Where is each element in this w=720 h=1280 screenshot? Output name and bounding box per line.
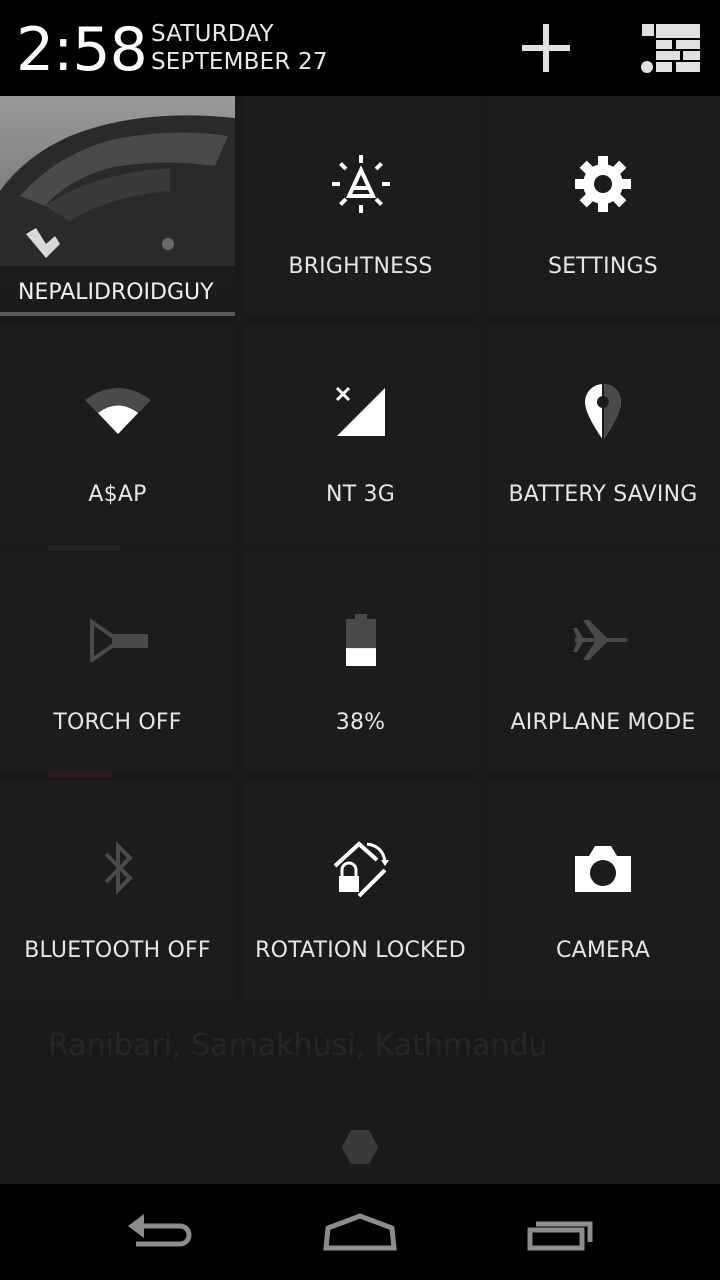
tile-label: TORCH OFF <box>53 710 182 735</box>
shade-handle-icon[interactable] <box>341 1128 379 1166</box>
tile-label: A$AP <box>88 482 147 507</box>
tile-brightness[interactable]: BRIGHTNESS <box>243 96 478 316</box>
home-icon[interactable] <box>320 1202 400 1262</box>
tile-location[interactable]: BATTERY SAVING <box>486 324 720 544</box>
date-display[interactable]: SATURDAY SEPTEMBER 27 <box>151 20 328 76</box>
tile-torch[interactable]: TORCH OFF <box>0 552 235 772</box>
navigation-bar <box>0 1184 720 1280</box>
tile-label: ROTATION LOCKED <box>255 938 466 963</box>
tile-camera[interactable]: CAMERA <box>486 780 720 1000</box>
tile-label: NT 3G <box>326 482 395 507</box>
bluetooth-icon <box>78 836 158 900</box>
battery-icon <box>321 608 401 672</box>
user-tile[interactable]: NEPALIDROIDGUY <box>0 96 235 316</box>
background-element <box>48 772 112 777</box>
signal-no-data-icon <box>321 380 401 444</box>
tile-label: BRIGHTNESS <box>288 254 433 279</box>
tile-airplane[interactable]: AIRPLANE MODE <box>486 552 720 772</box>
date-label: SEPTEMBER 27 <box>151 49 328 75</box>
tile-settings[interactable]: SETTINGS <box>486 96 720 316</box>
tile-label: 38% <box>335 710 386 735</box>
tile-battery[interactable]: 38% <box>243 552 478 772</box>
tile-label: BATTERY SAVING <box>508 482 698 507</box>
location-icon <box>563 380 643 444</box>
plus-icon[interactable] <box>518 20 574 76</box>
background-location-text: Ranibari, Samakhusi, Kathmandu <box>48 1028 548 1063</box>
tile-label: SETTINGS <box>548 254 658 279</box>
tile-label: CAMERA <box>556 938 650 963</box>
wifi-icon <box>78 380 158 444</box>
back-icon[interactable] <box>120 1202 200 1262</box>
torch-icon <box>78 608 158 672</box>
tile-label: AIRPLANE MODE <box>510 710 696 735</box>
brightness-auto-icon <box>321 152 401 216</box>
rotation-lock-icon <box>321 836 401 900</box>
gear-icon <box>563 152 643 216</box>
tile-label: BLUETOOTH OFF <box>24 938 211 963</box>
clock[interactable]: 2:58 <box>16 14 148 86</box>
airplane-icon <box>563 608 643 672</box>
recents-icon[interactable] <box>520 1202 600 1262</box>
notification-list-icon[interactable] <box>638 20 702 76</box>
camera-icon <box>563 836 643 900</box>
tile-mobile-data[interactable]: NT 3G <box>243 324 478 544</box>
background-element <box>48 545 120 551</box>
tile-wifi[interactable]: A$AP <box>0 324 235 544</box>
user-name: NEPALIDROIDGUY <box>18 280 214 305</box>
status-header: 2:58 SATURDAY SEPTEMBER 27 <box>0 0 720 96</box>
tile-bluetooth[interactable]: BLUETOOTH OFF <box>0 780 235 1000</box>
tile-rotation[interactable]: ROTATION LOCKED <box>243 780 478 1000</box>
day-label: SATURDAY <box>151 21 274 47</box>
